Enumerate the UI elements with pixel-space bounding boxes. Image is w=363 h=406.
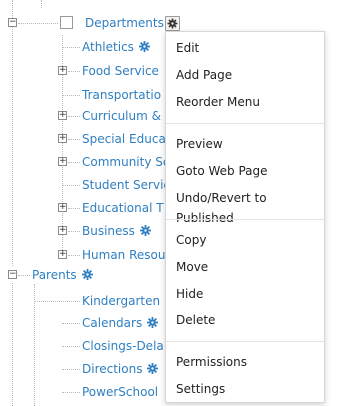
tree-connector	[62, 185, 80, 186]
tree-connector	[34, 301, 80, 302]
tree-item-label[interactable]: Calendars	[82, 316, 142, 330]
tree-item-community[interactable]: Community Sc	[82, 152, 169, 172]
context-menu: Edit Add Page Reorder Menu Preview Goto …	[165, 31, 325, 403]
tree-item-departments[interactable]: Departments	[85, 13, 164, 33]
tree-connector	[68, 71, 80, 72]
tree-item-parents[interactable]: Parents	[32, 265, 93, 285]
expand-toggle[interactable]: +	[58, 111, 67, 120]
expand-toggle[interactable]: +	[58, 157, 67, 166]
tree-connector	[62, 95, 80, 96]
expand-toggle[interactable]: +	[58, 134, 67, 143]
tree-item-powerschool[interactable]: PowerSchool	[82, 382, 158, 402]
tree-item-label[interactable]: Human Resou	[82, 248, 165, 262]
tree-item-human-resources[interactable]: Human Resou	[82, 245, 165, 265]
tree-guide-line	[12, 283, 13, 406]
tree-item-label[interactable]: Parents	[32, 268, 77, 282]
tree-item-student-services[interactable]: Student Servic	[82, 175, 170, 195]
tree-connector	[62, 346, 80, 347]
tree-item-label[interactable]: Business	[82, 224, 135, 238]
tree-item-label[interactable]: Directions	[82, 362, 142, 376]
departments-gear-button[interactable]	[165, 16, 180, 31]
tree-connector	[18, 23, 58, 24]
menu-item-hide[interactable]: Hide	[176, 284, 203, 304]
expand-toggle[interactable]: +	[58, 226, 67, 235]
tree-item-transportation[interactable]: Transportatio	[82, 85, 161, 105]
tree-item-label[interactable]: Food Service	[82, 64, 159, 78]
tree-connector	[62, 392, 80, 393]
expand-toggle[interactable]: −	[8, 270, 17, 279]
tree-item-athletics[interactable]: Athletics	[82, 37, 150, 57]
tree-item-label[interactable]: Educational T	[82, 201, 164, 215]
tree-connector	[68, 208, 80, 209]
tree-item-special-education[interactable]: Special Educa	[82, 129, 166, 149]
departments-checkbox[interactable]	[60, 16, 73, 29]
tree-item-food-service[interactable]: Food Service	[82, 61, 159, 81]
menu-item-copy[interactable]: Copy	[176, 230, 206, 250]
tree-connector	[68, 139, 80, 140]
tree-connector	[62, 47, 80, 48]
menu-item-permissions[interactable]: Permissions	[176, 352, 247, 372]
expand-toggle[interactable]: −	[8, 18, 17, 27]
gear-icon[interactable]	[139, 225, 151, 236]
tree-item-directions[interactable]: Directions	[82, 359, 159, 379]
tree-connector	[68, 255, 80, 256]
tree-item-curriculum[interactable]: Curriculum &	[82, 106, 161, 126]
tree-item-label[interactable]: Athletics	[82, 40, 134, 54]
tree-connector	[18, 275, 30, 276]
tree-item-label[interactable]: Closings-Dela	[82, 339, 164, 353]
tree-connector	[68, 116, 80, 117]
gear-icon[interactable]	[81, 269, 93, 280]
tree-item-label[interactable]: Departments	[85, 16, 164, 30]
menu-item-move[interactable]: Move	[176, 257, 208, 277]
tree-connector	[62, 369, 80, 370]
tree-item-label[interactable]: Special Educa	[82, 132, 166, 146]
gear-icon[interactable]	[147, 317, 159, 328]
tree-connector	[68, 162, 80, 163]
tree-item-label[interactable]: Curriculum &	[82, 109, 161, 123]
gear-icon[interactable]	[138, 41, 150, 52]
menu-item-undo-revert[interactable]: Undo/Revert to Published	[176, 188, 324, 225]
tree-item-label[interactable]: PowerSchool	[82, 385, 158, 399]
menu-item-goto-web-page[interactable]: Goto Web Page	[176, 161, 268, 181]
tree-guide-line	[12, 0, 13, 266]
menu-divider	[166, 219, 324, 220]
tree-item-educational-technology[interactable]: Educational T	[82, 198, 164, 218]
menu-item-add-page[interactable]: Add Page	[176, 65, 232, 85]
tree-item-business[interactable]: Business	[82, 221, 151, 241]
expand-toggle[interactable]: +	[58, 66, 67, 75]
gear-icon	[167, 18, 178, 29]
menu-divider	[166, 123, 324, 124]
expand-toggle[interactable]: +	[58, 203, 67, 212]
menu-item-preview[interactable]: Preview	[176, 134, 223, 154]
tree-item-label[interactable]: Transportatio	[82, 88, 161, 102]
menu-item-reorder-menu[interactable]: Reorder Menu	[176, 92, 260, 112]
gear-icon[interactable]	[147, 363, 159, 374]
menu-divider	[166, 341, 324, 342]
menu-item-edit[interactable]: Edit	[176, 38, 199, 58]
tree-item-calendars[interactable]: Calendars	[82, 313, 159, 333]
tree-item-kindergarten[interactable]: Kindergarten	[82, 291, 160, 311]
tree-connector	[68, 231, 80, 232]
tree-guide-line	[41, 0, 42, 8]
tree-guide-line	[34, 284, 35, 406]
tree-item-closings[interactable]: Closings-Dela	[82, 336, 164, 356]
tree-item-label[interactable]: Community Sc	[82, 155, 169, 169]
tree-connector	[62, 323, 80, 324]
tree-item-label[interactable]: Student Servic	[82, 178, 170, 192]
expand-toggle[interactable]: +	[58, 250, 67, 259]
menu-item-delete[interactable]: Delete	[176, 310, 215, 330]
tree-item-label[interactable]: Kindergarten	[82, 294, 160, 308]
menu-item-settings[interactable]: Settings	[176, 379, 225, 399]
